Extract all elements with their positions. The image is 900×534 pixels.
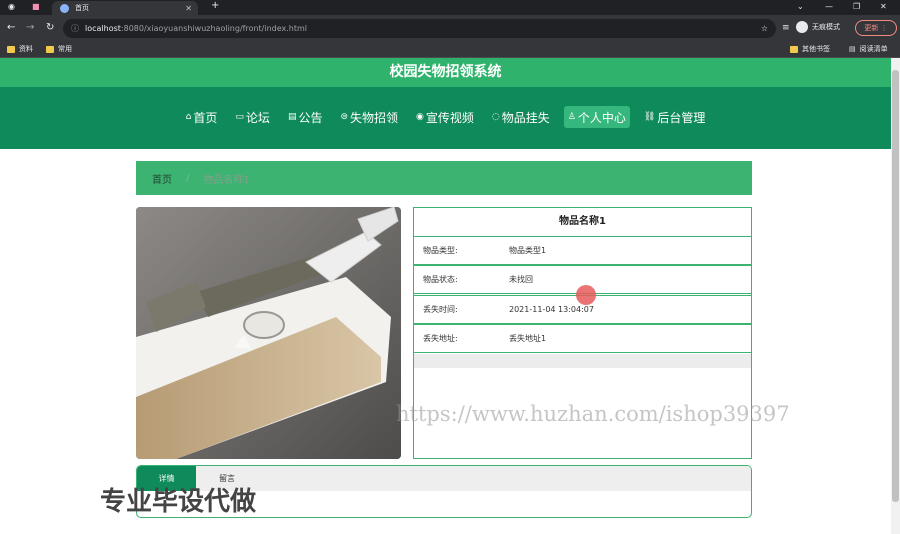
site-title: 校园失物招领系统	[0, 58, 891, 87]
profile-label: 无痕模式	[812, 23, 840, 31]
report-icon: ◌	[491, 112, 500, 122]
chevron-down-icon[interactable]: ⌄	[797, 2, 804, 11]
breadcrumb-current: 物品名称1	[203, 174, 250, 186]
bookmark-label: 阅读清单	[859, 45, 888, 53]
nav-label: 论坛	[245, 110, 270, 125]
nav-label: 后台管理	[657, 110, 706, 125]
lost-found-icon: ⊜	[340, 112, 349, 122]
nav-label: 宣传视频	[425, 110, 474, 125]
info-row-lost-address: 丢失地址: 丢失地址1	[414, 324, 751, 353]
watermark-text: 专业毕设代做	[100, 487, 257, 517]
link-icon: ⛓	[643, 112, 656, 122]
notice-icon: ▤	[287, 112, 297, 122]
nav-item-report[interactable]: ◌ 物品挂失	[488, 106, 554, 128]
url-host: localhost	[85, 24, 121, 33]
incognito-icon	[796, 21, 808, 33]
info-value: 2021-11-04 13:04:07	[509, 305, 594, 314]
page-viewport: 校园失物招领系统 ⌂ 首页 ▭ 论坛 ▤ 公告 ⊜ 失物招领 ◉ 宣传视频 ◌ 物品挂失 ♙…	[0, 58, 891, 534]
nav-item-video[interactable]: ◉ 宣传视频	[412, 106, 478, 128]
home-icon: ⌂	[185, 112, 192, 122]
nav-item-admin[interactable]: ⛓ 后台管理	[640, 106, 709, 128]
tab-title: 首页	[75, 4, 89, 12]
info-row-type: 物品类型: 物品类型1	[414, 236, 751, 265]
back-icon[interactable]: ←	[7, 23, 15, 33]
breadcrumb-home[interactable]: 首页	[152, 171, 172, 186]
minimize-icon[interactable]: —	[825, 2, 833, 11]
breadcrumb-separator: /	[186, 172, 190, 184]
info-key: 物品类型:	[423, 246, 458, 255]
reading-list-icon[interactable]: ≡	[782, 23, 790, 33]
folder-icon	[790, 45, 798, 53]
update-label: 更新	[864, 24, 879, 32]
nav-item-forum[interactable]: ▭ 论坛	[231, 106, 274, 128]
nav-label: 个人中心	[577, 110, 626, 125]
page-scrollbar[interactable]	[891, 58, 900, 534]
breadcrumb: 首页 / 物品名称1	[136, 161, 752, 195]
bookmark-folder-ziliao[interactable]: 资料	[7, 44, 33, 54]
star-icon[interactable]: ☆	[761, 24, 768, 33]
url-bar[interactable]: ⓘ localhost :8080/xiaoyuanshiwuzhaoling/…	[63, 19, 776, 38]
window-close-icon[interactable]: ✕	[880, 2, 887, 11]
info-key: 物品状态:	[423, 275, 458, 284]
video-icon: ◉	[416, 112, 424, 122]
restore-icon[interactable]: ❐	[853, 2, 860, 11]
bookmark-folder-changyong[interactable]: 常用	[46, 44, 72, 54]
nav-item-notice[interactable]: ▤ 公告	[284, 106, 327, 128]
nav-item-lost-found[interactable]: ⊜ 失物招领	[336, 106, 402, 128]
update-button[interactable]: 更新 ⋮	[855, 20, 897, 36]
info-value: 丢失地址1	[509, 334, 547, 343]
info-key: 丢失地址:	[423, 334, 458, 343]
url-path: :8080/xiaoyuanshiwuzhaoling/front/index.…	[120, 24, 308, 33]
info-value: 物品类型1	[509, 246, 547, 255]
globe-icon	[60, 3, 69, 13]
bookmark-label: 资料	[19, 45, 33, 53]
reload-icon[interactable]: ↻	[46, 23, 54, 33]
browser-tab-strip: ◉ ■ 首页 ✕ + ⌄ — ❐ ✕	[0, 0, 900, 15]
scrollbar-thumb[interactable]	[892, 70, 899, 502]
bookmark-reading-list[interactable]: ▤ 阅读清单	[849, 44, 888, 54]
nav-label: 物品挂失	[501, 110, 550, 125]
item-name: 物品名称1	[559, 216, 606, 227]
bookmark-label: 其他书签	[802, 45, 830, 53]
info-value: 未找回	[509, 275, 533, 284]
address-toolbar: ← → ↻ ⓘ localhost :8080/xiaoyuanshiwuzha…	[0, 15, 900, 41]
info-footer-strip	[414, 354, 751, 368]
forum-icon: ▭	[235, 112, 244, 122]
incognito-profile[interactable]: 无痕模式	[796, 21, 840, 33]
nav-item-home[interactable]: ⌂ 首页	[182, 106, 222, 128]
nav-label: 失物招领	[350, 110, 399, 125]
browser-menu-icon[interactable]: ◉	[8, 2, 15, 11]
close-icon[interactable]: ✕	[185, 4, 192, 13]
folder-icon	[7, 45, 15, 53]
nav-item-user-center[interactable]: ♙ 个人中心	[563, 106, 630, 128]
reading-list-icon: ▤	[849, 45, 856, 53]
folder-icon	[46, 45, 54, 53]
nav-label: 首页	[193, 110, 218, 125]
cursor-highlight	[576, 285, 596, 305]
watermark-url: https://www.huzhan.com/ishop39397	[396, 402, 790, 426]
bookmark-other[interactable]: 其他书签	[790, 44, 830, 54]
nav-label: 公告	[298, 110, 323, 125]
forward-icon[interactable]: →	[26, 23, 34, 33]
pinned-tab-icon[interactable]: ■	[32, 2, 40, 11]
info-key: 丢失时间:	[423, 305, 458, 314]
bookmarks-bar: 资料 常用 其他书签 ▤ 阅读清单	[0, 41, 900, 58]
bookmark-label: 常用	[58, 45, 72, 53]
main-nav: ⌂ 首页 ▭ 论坛 ▤ 公告 ⊜ 失物招领 ◉ 宣传视频 ◌ 物品挂失 ♙ 个人中心 ⛓ 后台管…	[0, 87, 891, 149]
user-icon: ♙	[567, 112, 576, 122]
browser-tab-home[interactable]: 首页 ✕	[52, 1, 198, 15]
info-icon[interactable]: ⓘ	[71, 23, 79, 34]
item-photo	[136, 207, 401, 459]
new-tab-icon[interactable]: +	[211, 0, 219, 11]
